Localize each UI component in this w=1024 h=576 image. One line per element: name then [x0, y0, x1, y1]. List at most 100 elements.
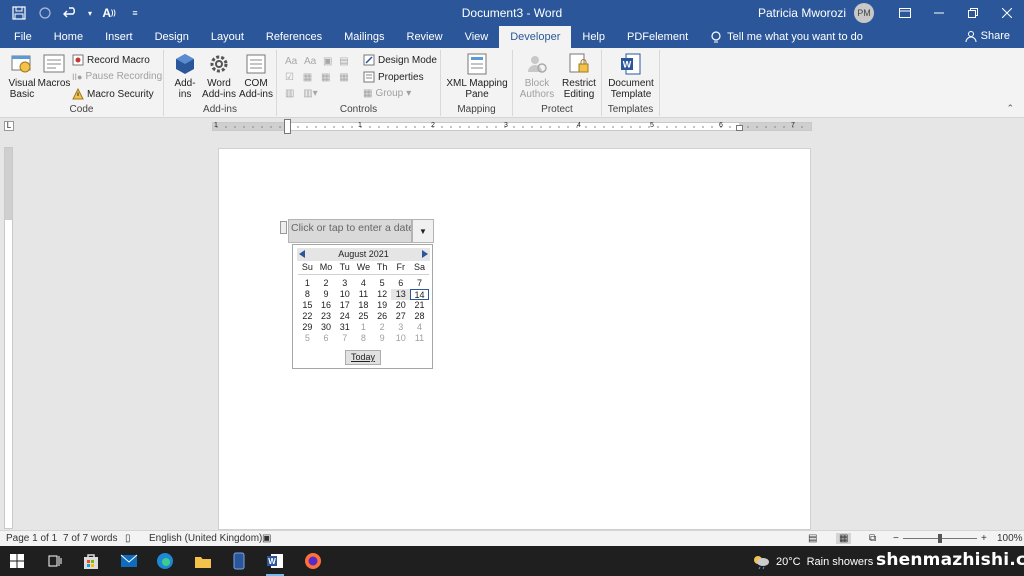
calendar-day[interactable]: 26 — [373, 311, 392, 322]
tab-selector-icon[interactable]: L — [4, 121, 14, 131]
macro-security-button[interactable]: Macro Security — [72, 88, 154, 100]
tab-mailings[interactable]: Mailings — [333, 26, 395, 48]
calendar-day[interactable]: 7 — [410, 278, 429, 289]
record-macro-button[interactable]: Record Macro — [72, 54, 150, 66]
tab-file[interactable]: File — [0, 26, 43, 48]
calendar-day[interactable]: 24 — [335, 311, 354, 322]
calendar-day[interactable]: 10 — [335, 289, 354, 300]
phone-link-icon[interactable] — [228, 550, 250, 572]
calendar-day[interactable]: 2 — [373, 322, 392, 333]
pause-recording-button[interactable]: II● Pause Recording — [72, 71, 162, 82]
dropdown-list-control-icon[interactable]: ▦ — [321, 72, 330, 83]
zoom-out-button[interactable]: − — [893, 533, 899, 544]
share-button[interactable]: Share — [965, 30, 1010, 42]
restore-icon[interactable] — [956, 0, 990, 26]
calendar-day[interactable]: 9 — [317, 289, 336, 300]
indent-marker-icon[interactable] — [284, 119, 291, 134]
firefox-icon[interactable] — [302, 550, 324, 572]
date-picker-control-icon[interactable]: ▦ — [339, 72, 348, 83]
print-layout-icon[interactable]: ▦ — [836, 533, 852, 544]
accessibility-icon[interactable]: ▣ — [262, 533, 271, 544]
document-template-button[interactable]: W Document Template — [605, 52, 657, 100]
tab-review[interactable]: Review — [396, 26, 454, 48]
undo-icon[interactable] — [60, 2, 82, 24]
tab-home[interactable]: Home — [43, 26, 94, 48]
calendar-day[interactable]: 14 — [410, 289, 429, 300]
calendar-day[interactable]: 11 — [410, 333, 429, 344]
vertical-ruler[interactable] — [4, 147, 13, 529]
calendar-day[interactable]: 4 — [410, 322, 429, 333]
page-count[interactable]: Page 1 of 1 — [6, 533, 57, 544]
customize-qat-icon[interactable]: ≡ — [124, 2, 146, 24]
autosave-icon[interactable] — [34, 2, 56, 24]
undo-dropdown-icon[interactable]: ▾ — [86, 2, 94, 24]
web-layout-icon[interactable]: ⧉ — [869, 533, 876, 544]
calendar-day[interactable]: 3 — [391, 322, 410, 333]
tab-design[interactable]: Design — [144, 26, 200, 48]
calendar-day[interactable]: 11 — [354, 289, 373, 300]
calendar-day[interactable]: 12 — [373, 289, 392, 300]
calendar-day[interactable]: 15 — [298, 300, 317, 311]
proofing-icon[interactable]: ▯ — [125, 533, 131, 544]
calendar-day[interactable]: 30 — [317, 322, 336, 333]
calendar-day[interactable]: 3 — [335, 278, 354, 289]
calendar-day[interactable]: 22 — [298, 311, 317, 322]
language[interactable]: English (United Kingdom) — [149, 533, 262, 544]
calendar-day[interactable]: 21 — [410, 300, 429, 311]
calendar-day[interactable]: 1 — [298, 278, 317, 289]
calendar-day[interactable]: 6 — [391, 278, 410, 289]
calendar-day[interactable]: 5 — [298, 333, 317, 344]
calendar-day[interactable]: 7 — [335, 333, 354, 344]
calendar-day[interactable]: 8 — [298, 289, 317, 300]
focus-mode-icon[interactable]: ▤ — [808, 533, 817, 544]
save-icon[interactable] — [8, 2, 30, 24]
word-addins-button[interactable]: Word Add-ins — [201, 52, 237, 100]
calendar-day[interactable]: 4 — [354, 278, 373, 289]
tell-me-search[interactable]: Tell me what you want to do — [711, 30, 863, 44]
calendar-day[interactable]: 23 — [317, 311, 336, 322]
tab-developer[interactable]: Developer — [499, 26, 572, 48]
word-taskbar-icon[interactable]: W — [264, 550, 286, 576]
user-account[interactable]: Patricia Mworozi PM — [758, 3, 874, 23]
calendar-day[interactable]: 17 — [335, 300, 354, 311]
calendar-day[interactable]: 16 — [317, 300, 336, 311]
word-count[interactable]: 7 of 7 words — [63, 533, 117, 544]
com-addins-button[interactable]: COM Add-ins — [238, 52, 274, 100]
visual-basic-button[interactable]: Visual Basic — [6, 52, 38, 100]
properties-button[interactable]: Properties — [363, 71, 424, 83]
date-dropdown-button[interactable]: ▼ — [412, 219, 434, 243]
restrict-editing-button[interactable]: Restrict Editing — [559, 52, 599, 100]
checkbox-control-icon[interactable]: ☑ — [285, 72, 294, 83]
zoom-level[interactable]: 100% — [997, 533, 1023, 544]
calendar-day[interactable]: 31 — [335, 322, 354, 333]
calendar-day[interactable]: 28 — [410, 311, 429, 322]
date-field[interactable]: Click or tap to enter a date. — [288, 219, 412, 243]
tab-pdfelement[interactable]: PDFelement — [616, 26, 699, 48]
close-icon[interactable] — [990, 0, 1024, 26]
tab-help[interactable]: Help — [571, 26, 616, 48]
weather-widget[interactable]: 20°C Rain showers — [752, 554, 873, 570]
mail-icon[interactable] — [118, 550, 140, 572]
addins-button[interactable]: Add- ins — [170, 52, 200, 100]
tab-layout[interactable]: Layout — [200, 26, 255, 48]
calendar-day[interactable]: 29 — [298, 322, 317, 333]
building-block-control-icon[interactable]: ▤ — [339, 56, 348, 67]
calendar-day[interactable]: 5 — [373, 278, 392, 289]
calendar-day[interactable]: 2 — [317, 278, 336, 289]
calendar-day[interactable]: 19 — [373, 300, 392, 311]
calendar-day[interactable]: 25 — [354, 311, 373, 322]
calendar-day[interactable]: 27 — [391, 311, 410, 322]
zoom-in-button[interactable]: + — [981, 533, 987, 544]
file-explorer-icon[interactable] — [192, 550, 214, 572]
xml-mapping-pane-button[interactable]: XML Mapping Pane — [444, 52, 510, 100]
rich-text-control-icon[interactable]: Aa — [285, 56, 297, 67]
design-mode-button[interactable]: Design Mode — [363, 54, 437, 66]
tab-view[interactable]: View — [454, 26, 500, 48]
next-month-icon[interactable] — [422, 250, 428, 258]
calendar-day[interactable]: 10 — [391, 333, 410, 344]
combo-box-control-icon[interactable]: ▦ — [303, 72, 312, 83]
calendar-day[interactable]: 6 — [317, 333, 336, 344]
horizontal-ruler[interactable]: 1 1 2 3 4 5 6 7 — [212, 119, 812, 134]
ribbon-display-options-icon[interactable] — [888, 0, 922, 26]
read-aloud-icon[interactable]: A)) — [98, 2, 120, 24]
